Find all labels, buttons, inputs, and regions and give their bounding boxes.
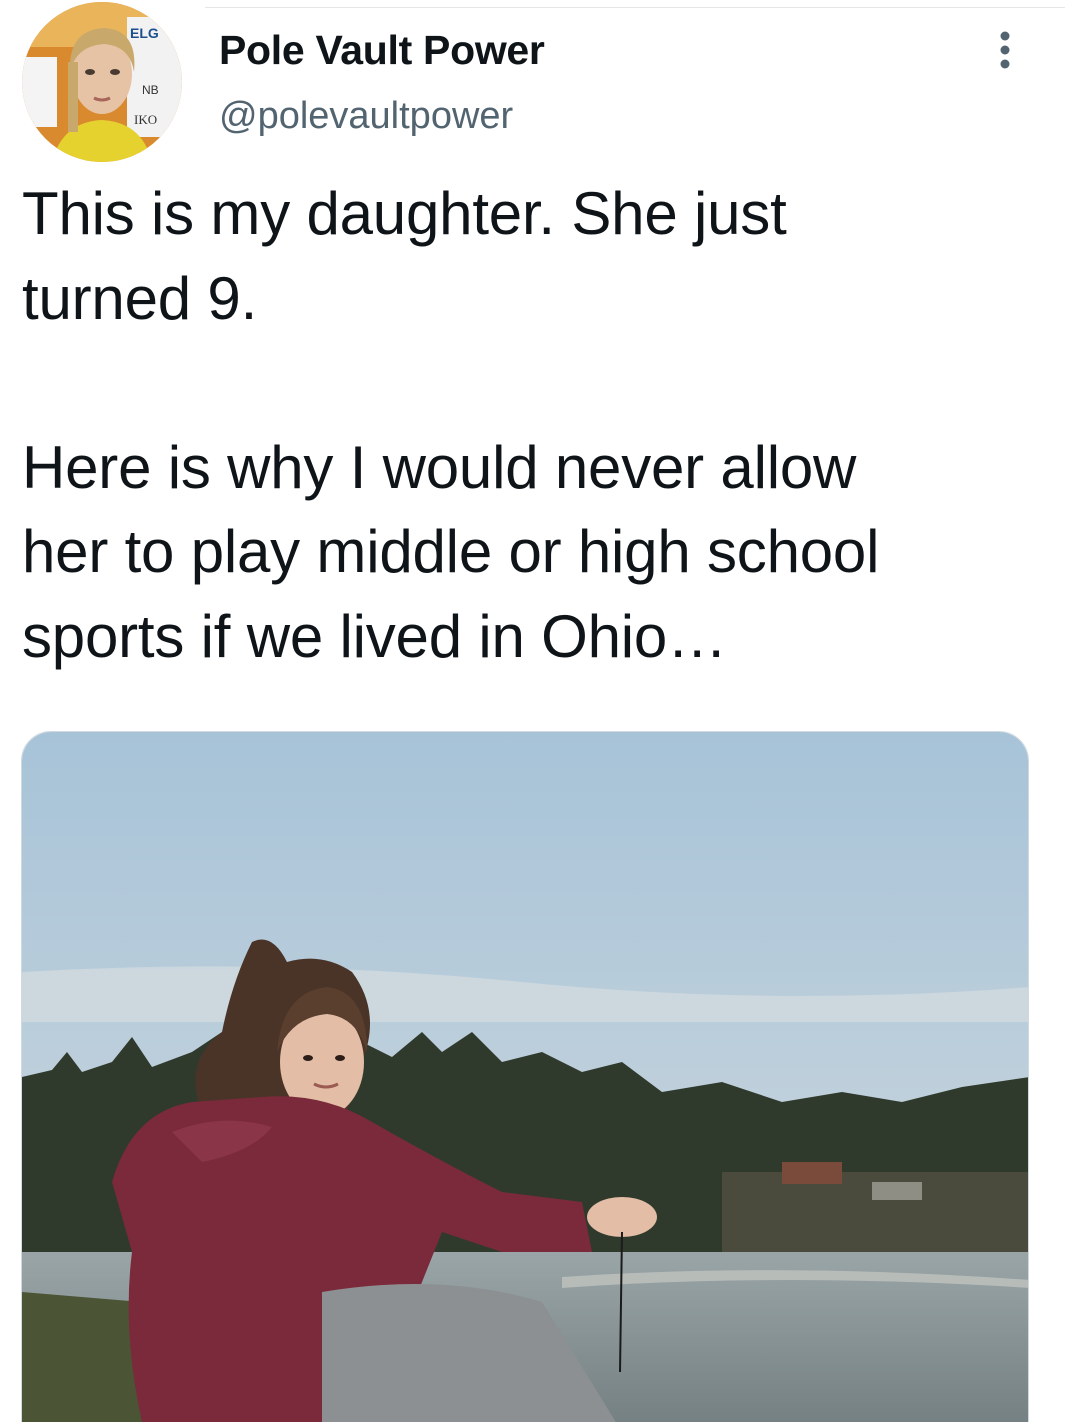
tweet-card: ELG NB IKO Pole Vault Power @polevaultpo…: [0, 0, 1065, 1422]
profile-photo-icon: ELG NB IKO: [22, 2, 182, 162]
tweet-line: turned 9.: [22, 264, 258, 332]
more-options-button[interactable]: [990, 28, 1020, 72]
svg-text:IKO: IKO: [134, 112, 157, 127]
tweet-line: her to play middle or high school: [22, 518, 880, 585]
tweet-line: Here is why I would never allow: [22, 433, 857, 501]
display-name[interactable]: Pole Vault Power: [219, 27, 545, 74]
avatar[interactable]: ELG NB IKO: [22, 2, 182, 162]
tweet-line: sports if we lived in Ohio…: [22, 602, 727, 670]
username-handle[interactable]: @polevaultpower: [219, 95, 513, 138]
divider: [205, 7, 1065, 8]
more-options-icon: [1000, 31, 1010, 69]
tweet-media[interactable]: [21, 731, 1029, 1422]
svg-text:ELG: ELG: [130, 25, 159, 41]
tweet-text: This is my daughter. She just turned 9. …: [22, 172, 1022, 679]
svg-text:NB: NB: [142, 83, 159, 97]
tweet-line: This is my daughter. She just: [22, 180, 787, 247]
attached-photo-icon: [22, 732, 1028, 1422]
